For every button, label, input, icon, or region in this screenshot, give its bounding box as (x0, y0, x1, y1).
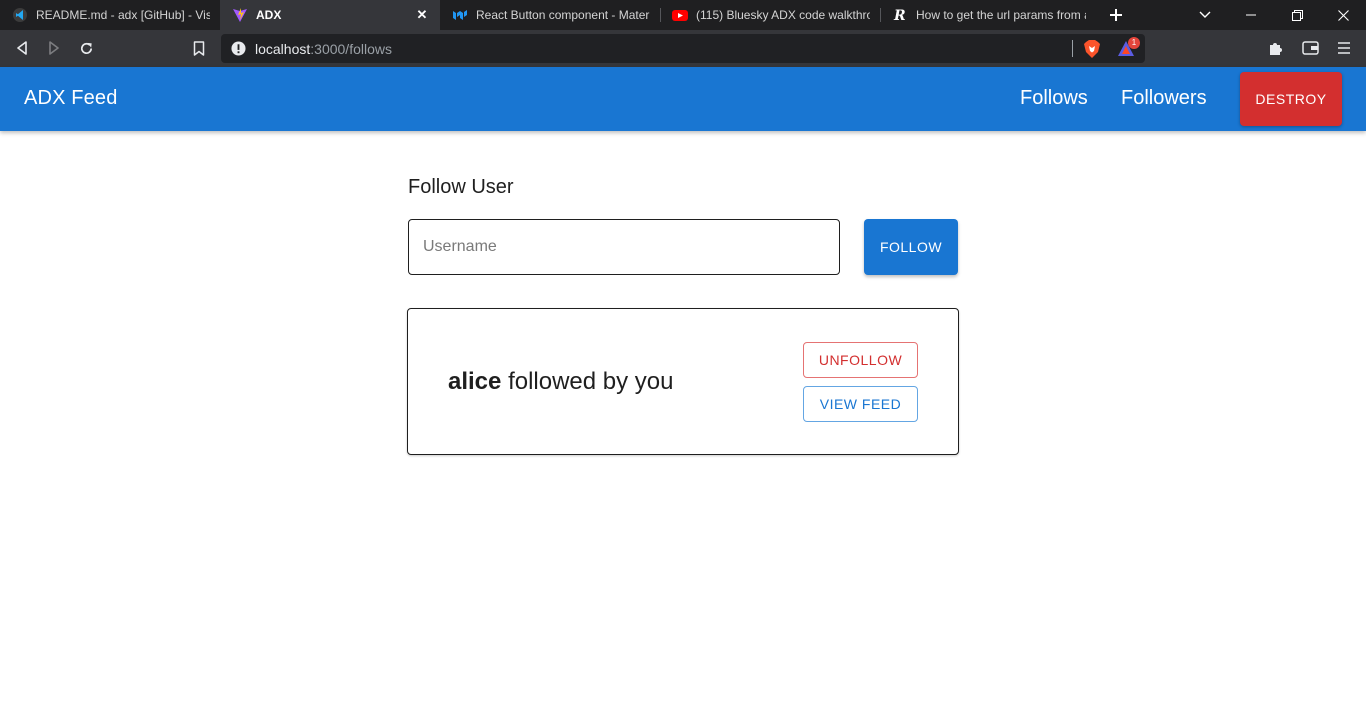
tab-title: (115) Bluesky ADX code walkthrough (696, 8, 870, 22)
follow-relation: followed by you (508, 368, 674, 395)
back-button[interactable] (10, 36, 34, 60)
reactrouter-icon: R (892, 7, 908, 23)
tab-title: README.md - adx [GitHub] - Visual Studio… (36, 8, 210, 22)
bookmark-button[interactable] (187, 36, 211, 60)
wallet-icon (1301, 41, 1319, 55)
youtube-icon (672, 7, 688, 23)
browser-toolbar: localhost:3000/follows 1 (0, 30, 1366, 67)
address-bar[interactable]: localhost:3000/follows 1 (221, 34, 1145, 63)
app-title[interactable]: ADX Feed (24, 87, 117, 110)
nav-followers-link[interactable]: Followers (1121, 87, 1207, 110)
nav-follows-link[interactable]: Follows (1020, 87, 1088, 110)
follow-button[interactable]: FOLLOW (864, 219, 958, 275)
unfollow-button[interactable]: UNFOLLOW (803, 342, 918, 378)
info-icon[interactable] (231, 41, 246, 56)
forward-arrow-icon (49, 41, 59, 55)
app-bar: ADX Feed Follows Followers DESTROY (0, 67, 1366, 131)
forward-button[interactable] (42, 36, 66, 60)
chevron-down-icon (1199, 11, 1211, 18)
extensions-button[interactable] (1264, 36, 1288, 60)
tab-reactrouter[interactable]: R How to get the url params from a route (880, 0, 1096, 30)
tab-title: ADX (256, 8, 282, 22)
tab-readme[interactable]: README.md - adx [GitHub] - Visual Studio… (0, 0, 220, 30)
bookmark-icon (193, 40, 205, 56)
hamburger-menu-icon (1338, 42, 1350, 54)
plus-icon (1110, 9, 1122, 21)
tab-title: How to get the url params from a route (916, 8, 1086, 22)
tab-adx[interactable]: ADX ✕ (220, 0, 440, 30)
url-host: localhost (255, 41, 311, 57)
destroy-button[interactable]: DESTROY (1240, 72, 1342, 126)
url-text[interactable]: localhost:3000/follows (255, 41, 392, 57)
follow-card: alice followed by you UNFOLLOW VIEW FEED (407, 308, 959, 455)
restore-button[interactable] (1274, 0, 1320, 30)
followed-username: alice (448, 368, 502, 395)
url-path: :3000/follows (310, 41, 392, 57)
view-feed-button[interactable]: VIEW FEED (803, 386, 918, 422)
address-divider (1072, 40, 1073, 57)
svg-text:R: R (893, 8, 906, 23)
reload-button[interactable] (74, 36, 98, 60)
rewards-count-badge: 1 (1128, 37, 1140, 49)
tab-mui[interactable]: React Button component - Material UI (440, 0, 660, 30)
restore-icon (1291, 9, 1303, 21)
minimize-icon (1246, 14, 1256, 16)
vscode-icon (12, 7, 28, 23)
puzzle-icon (1270, 43, 1282, 55)
tab-youtube[interactable]: (115) Bluesky ADX code walkthrough (660, 0, 880, 30)
tab-strip: README.md - adx [GitHub] - Visual Studio… (0, 0, 1366, 30)
back-arrow-icon (17, 41, 27, 55)
menu-button[interactable] (1332, 36, 1356, 60)
reload-icon (80, 42, 92, 54)
close-tab-icon[interactable]: ✕ (414, 7, 430, 23)
window-controls (1228, 0, 1366, 30)
tab-title: React Button component - Material UI (476, 8, 650, 22)
vite-icon (232, 7, 248, 23)
wallet-button[interactable] (1298, 36, 1322, 60)
follow-user-heading: Follow User (408, 176, 514, 198)
username-input[interactable] (408, 219, 840, 275)
minimize-button[interactable] (1228, 0, 1274, 30)
close-icon (1337, 9, 1349, 21)
new-tab-button[interactable] (1096, 0, 1136, 30)
tab-search-button[interactable] (1182, 0, 1228, 30)
brave-shields-icon[interactable] (1083, 39, 1101, 59)
follow-status-text: alice followed by you (448, 368, 674, 396)
mui-icon (452, 7, 468, 23)
close-window-button[interactable] (1320, 0, 1366, 30)
